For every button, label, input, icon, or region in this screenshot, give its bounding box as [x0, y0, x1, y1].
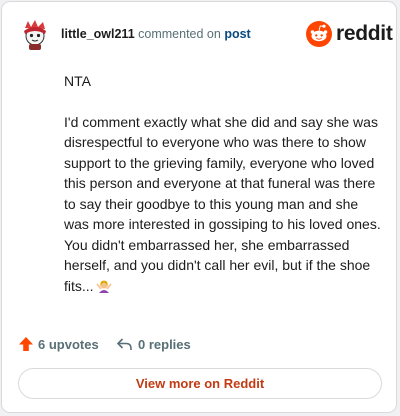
comment-body: NTA I'd comment exactly what she did and…	[64, 71, 382, 296]
view-more-button[interactable]: View more on Reddit	[18, 368, 382, 399]
comment-meta: little_owl211 commented on post	[61, 27, 251, 41]
user-avatar[interactable]	[18, 17, 52, 51]
upvote-arrow-icon	[19, 337, 33, 351]
comment-paragraph-main: I'd comment exactly what she did and say…	[64, 112, 382, 297]
upvotes-count: 6 upvotes	[38, 337, 99, 352]
reddit-snoo-icon	[306, 21, 332, 47]
woman-shrugging-emoji-icon	[95, 280, 112, 293]
action-text: commented on	[138, 27, 221, 41]
reddit-wordmark: reddit	[336, 22, 393, 45]
replies-stat[interactable]: 0 replies	[116, 335, 206, 355]
upvotes-stat[interactable]: 6 upvotes	[18, 335, 108, 355]
replies-count: 0 replies	[138, 337, 191, 352]
comment-paragraph: NTA	[64, 73, 91, 89]
reddit-brand[interactable]: reddit	[306, 20, 393, 48]
reply-arrow-icon	[116, 338, 132, 350]
post-link[interactable]: post	[224, 27, 250, 41]
reddit-comment-card: little_owl211 commented on post reddit N…	[1, 1, 397, 413]
comment-header: little_owl211 commented on post reddit	[18, 17, 393, 51]
comment-paragraph-text: I'd comment exactly what she did and say…	[64, 113, 381, 294]
username-link[interactable]: little_owl211	[61, 27, 135, 41]
